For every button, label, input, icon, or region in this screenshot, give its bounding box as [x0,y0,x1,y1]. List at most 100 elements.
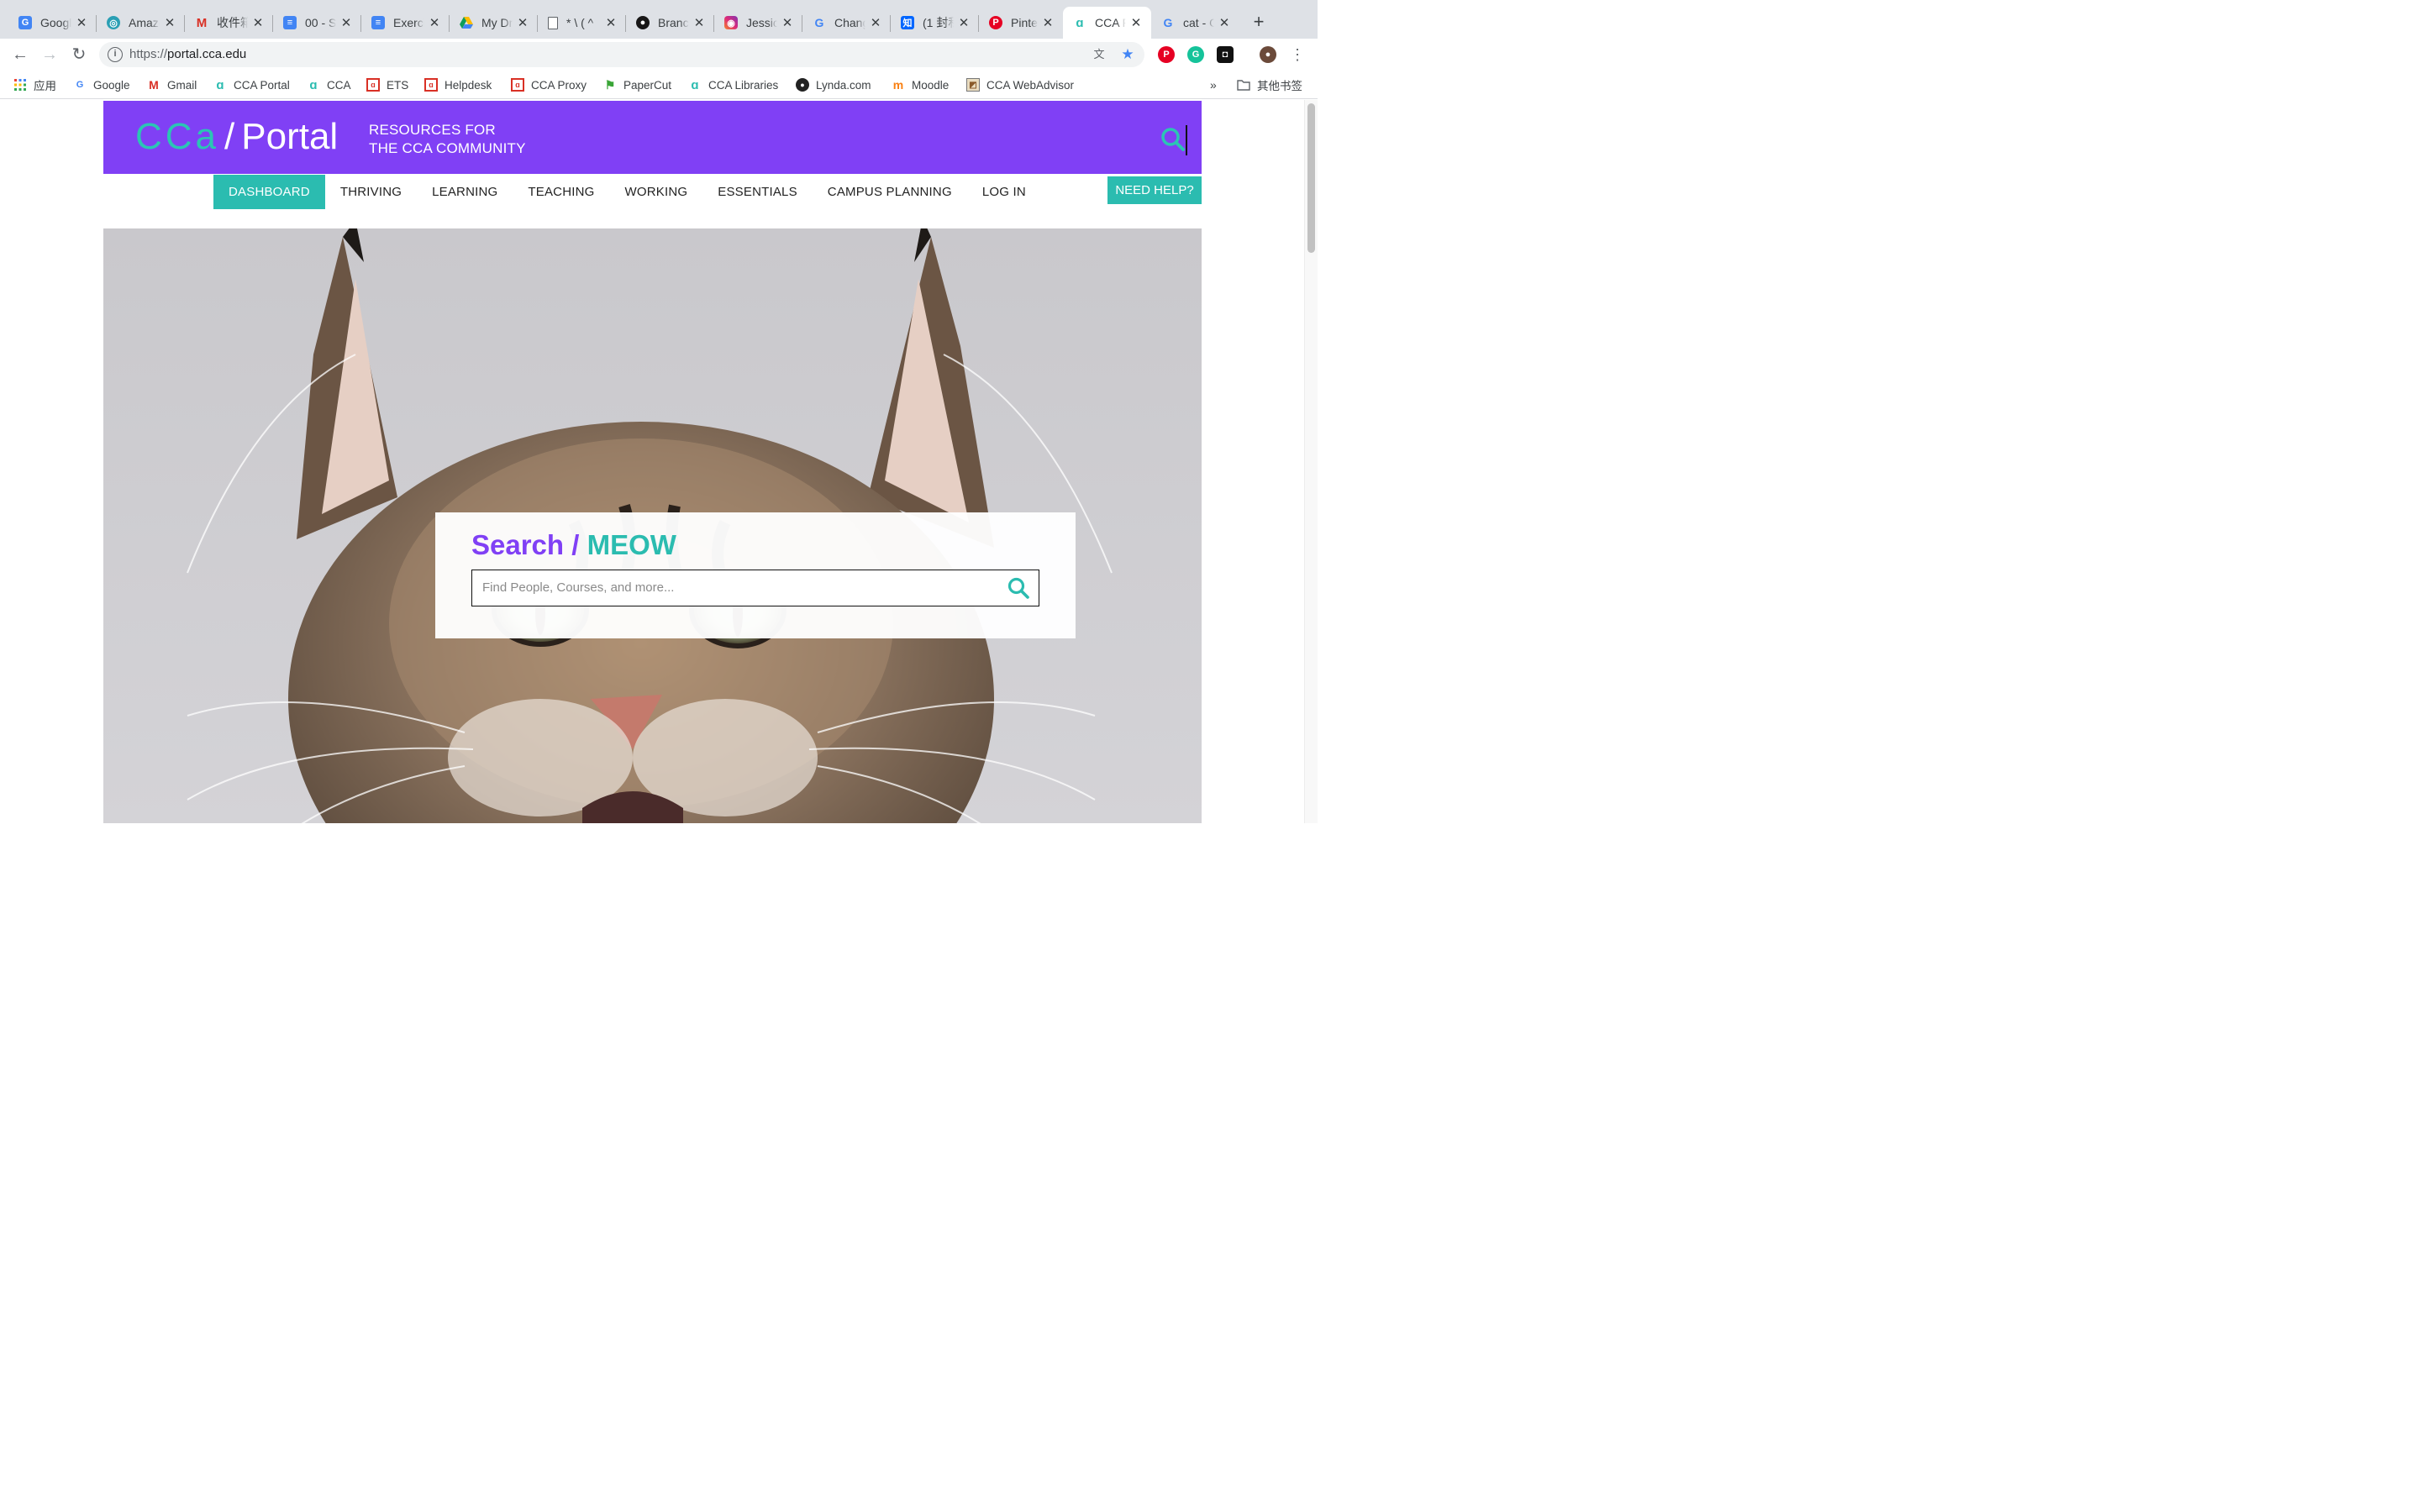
address-bar[interactable]: i https://portal.cca.edu 文 ★ [99,42,1144,67]
nav-campus-planning[interactable]: CAMPUS PLANNING [813,175,967,209]
bookmark-item[interactable]: ɑ ETS [366,76,408,93]
close-tab-icon[interactable]: ✕ [516,15,529,30]
google-icon: G [76,80,84,90]
tab-title: CCA Portal [1095,16,1126,29]
bookmark-item[interactable]: ⚑ PaperCut [603,76,671,93]
browser-tab-active[interactable]: ɑ CCA Portal ✕ [1063,7,1151,39]
grammarly-extension-icon[interactable]: G [1187,46,1204,63]
tab-title: Branch [658,16,689,29]
browser-tab[interactable]: ≡ Exercise ✕ [361,7,450,39]
page-scrollbar[interactable] [1304,100,1318,823]
forward-icon[interactable]: → [39,44,60,66]
bookmark-item[interactable]: 应用 [13,76,56,93]
browser-tab[interactable]: G Change ✕ [802,7,891,39]
close-tab-icon[interactable]: ✕ [75,15,88,30]
browser-tab[interactable]: * \ ( ^ ✕ [538,7,626,39]
browser-tab[interactable]: P Pinterest ✕ [979,7,1063,39]
bookmark-item[interactable]: ɑ CCA Libraries [688,76,778,93]
bookmark-item[interactable]: ɑ Helpdesk [424,76,492,93]
browser-tab[interactable]: My Drive ✕ [450,7,538,39]
nav-dashboard[interactable]: DASHBOARD [213,175,325,209]
browser-tab[interactable]: ● Branch ✕ [626,7,714,39]
bookmark-item[interactable]: ɑ CCA Proxy [511,76,587,93]
close-tab-icon[interactable]: ✕ [869,15,882,30]
other-bookmarks-folder[interactable]: 其他书签 [1237,76,1302,93]
browser-tab[interactable]: G Google Translate ✕ [8,7,97,39]
cca-icon: ɑ [309,77,318,92]
close-tab-icon[interactable]: ✕ [1218,15,1231,30]
search-submit-icon[interactable] [1007,576,1030,600]
logo-portal: Portal [241,116,339,157]
search-icon[interactable] [1160,126,1186,153]
hero-cat-image: Search / MEOW [103,228,1202,823]
search-field[interactable] [471,570,1039,606]
bookmark-label: 应用 [34,80,56,92]
close-tab-icon[interactable]: ✕ [339,15,353,30]
browser-tab[interactable]: ≡ 00 - S ✕ [273,7,361,39]
need-help-button[interactable]: NEED HELP? [1107,176,1202,204]
menu-kebab-icon[interactable]: ⋮ [1286,44,1308,66]
tab-title: Change [834,16,865,29]
browser-tab[interactable]: ◎ Amazon ✕ [97,7,185,39]
nav-working[interactable]: WORKING [610,175,703,209]
tab-title: 00 - S [305,16,336,29]
webadvisor-icon: ◩ [966,78,980,92]
nav-teaching[interactable]: TEACHING [513,175,609,209]
extension-icon[interactable]: ◘ [1217,46,1234,63]
close-tab-icon[interactable]: ✕ [604,15,618,30]
search-input[interactable] [482,570,1003,605]
instagram-icon: ◉ [724,16,738,29]
nav-log-in[interactable]: LOG IN [967,175,1041,209]
bookmark-item[interactable]: ● Lynda.com [796,76,871,93]
pinterest-icon: P [989,16,1002,29]
nav-essentials[interactable]: ESSENTIALS [702,175,813,209]
moodle-icon: m [892,78,904,92]
back-icon[interactable]: ← [9,44,31,66]
bookmark-item[interactable]: ɑ CCA Portal [213,76,289,93]
translate-icon[interactable]: 文 [1091,46,1107,63]
bookmark-item[interactable]: G Google [73,76,130,93]
close-tab-icon[interactable]: ✕ [163,15,176,30]
reload-icon[interactable]: ↻ [68,44,90,66]
scrollbar-thumb[interactable] [1307,103,1315,253]
bookmark-label: PaperCut [623,78,672,92]
site-info-icon[interactable]: i [108,47,123,62]
bookmark-label: CCA WebAdvisor [986,78,1075,92]
close-tab-icon[interactable]: ✕ [428,15,441,30]
browser-tab[interactable]: G cat - G ✕ [1151,7,1239,39]
avatar[interactable]: ● [1260,46,1276,63]
close-tab-icon[interactable]: ✕ [781,15,794,30]
close-tab-icon[interactable]: ✕ [957,15,971,30]
browser-tab[interactable]: 知 (1 封私 ✕ [891,7,979,39]
bookmarks-overflow-button[interactable]: » [1210,76,1217,93]
tab-title: (1 封私 [923,16,954,29]
close-tab-icon[interactable]: ✕ [1129,15,1143,30]
google-translate-icon: G [18,16,32,29]
ets-icon: ɑ [511,78,524,92]
nav-learning[interactable]: LEARNING [417,175,513,209]
bookmark-item[interactable]: M Gmail [147,76,197,93]
pinterest-extension-icon[interactable]: P [1158,46,1175,63]
site-header: CCa / Portal RESOURCES FOR THE CCA COMMU… [103,101,1202,174]
logo-slash: / [224,116,235,157]
papercut-icon: ⚑ [604,77,616,92]
apps-grid-icon [13,78,27,92]
browser-tab[interactable]: M 收件箱 ✕ [185,7,273,39]
new-tab-button[interactable]: + [1249,12,1269,32]
bookmark-item[interactable]: ɑ CCA [307,76,350,93]
bookmark-star-icon[interactable]: ★ [1119,46,1136,63]
lynda-icon: ● [796,78,809,92]
close-tab-icon[interactable]: ✕ [692,15,706,30]
bookmark-item[interactable]: ◩ CCA WebAdvisor [966,76,1074,93]
cca-icon: ɑ [691,77,699,92]
nav-thriving[interactable]: THRIVING [325,175,417,209]
close-tab-icon[interactable]: ✕ [251,15,265,30]
cca-portal-logo[interactable]: CCa / Portal [135,116,338,158]
bookmark-label: Helpdesk [445,78,492,92]
address-url[interactable]: https://portal.cca.edu [129,47,246,61]
bookmark-item[interactable]: m Moodle [892,76,950,93]
browser-tab[interactable]: ◉ Jessica ✕ [714,7,802,39]
close-tab-icon[interactable]: ✕ [1041,15,1055,30]
main-navigation: DASHBOARD THRIVING LEARNING TEACHING WOR… [213,175,1041,209]
compass-icon: ◎ [107,16,120,29]
